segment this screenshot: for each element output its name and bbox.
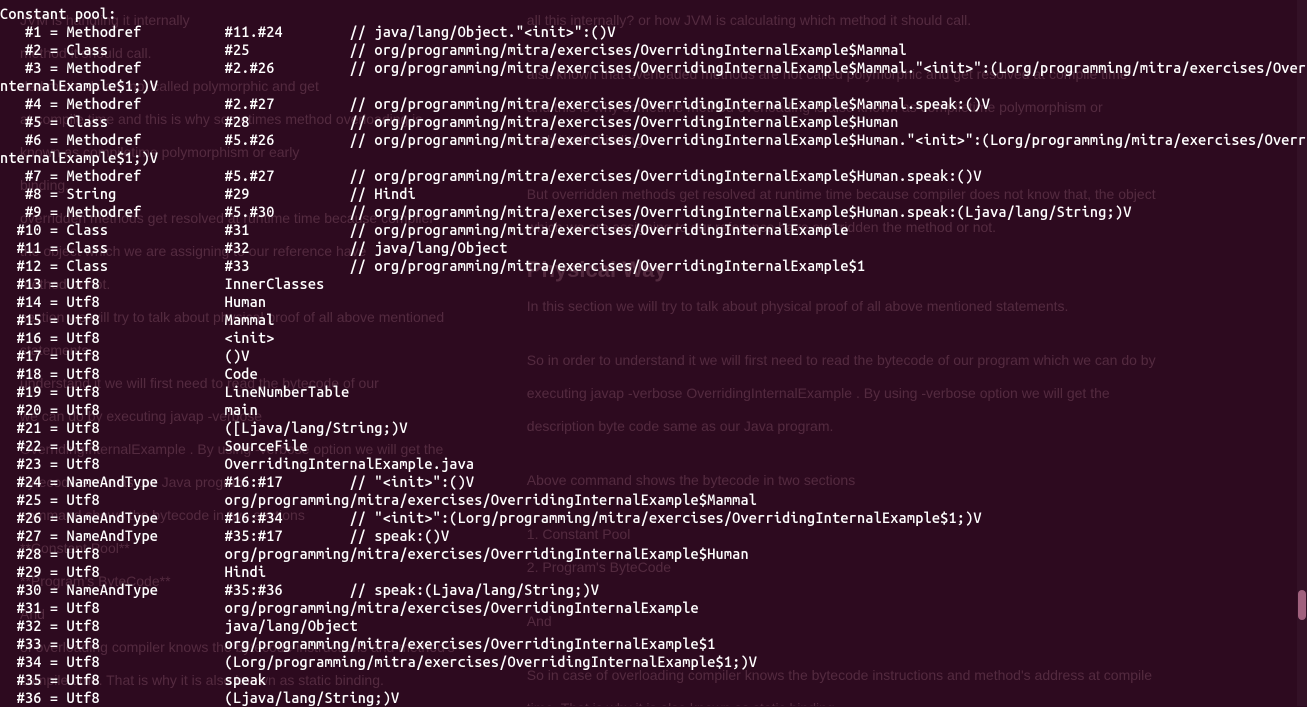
scrollbar-thumb[interactable] [1298,590,1306,620]
terminal-output[interactable]: Constant pool: #1 = Methodref #11.#24 //… [0,0,1307,706]
scrollbar-track[interactable] [1297,0,1307,706]
